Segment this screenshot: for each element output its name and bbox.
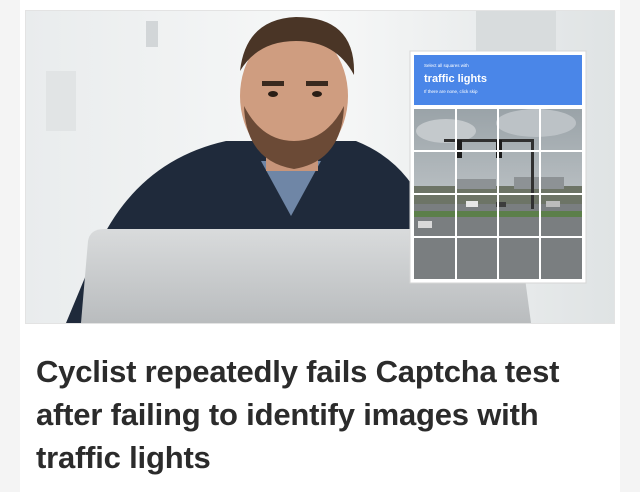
article-photo[interactable]: Select all squares with traffic lights I… bbox=[25, 10, 615, 324]
article-headline[interactable]: Cyclist repeatedly fails Captcha test af… bbox=[36, 350, 616, 479]
captcha-prompt-main: traffic lights bbox=[424, 73, 487, 85]
captcha-prompt-small: Select all squares with bbox=[424, 63, 469, 68]
captcha-panel bbox=[409, 50, 587, 284]
man-at-laptop-illustration: Select all squares with traffic lights I… bbox=[26, 11, 614, 323]
captcha-prompt-sub: If there are none, click skip bbox=[424, 89, 478, 94]
